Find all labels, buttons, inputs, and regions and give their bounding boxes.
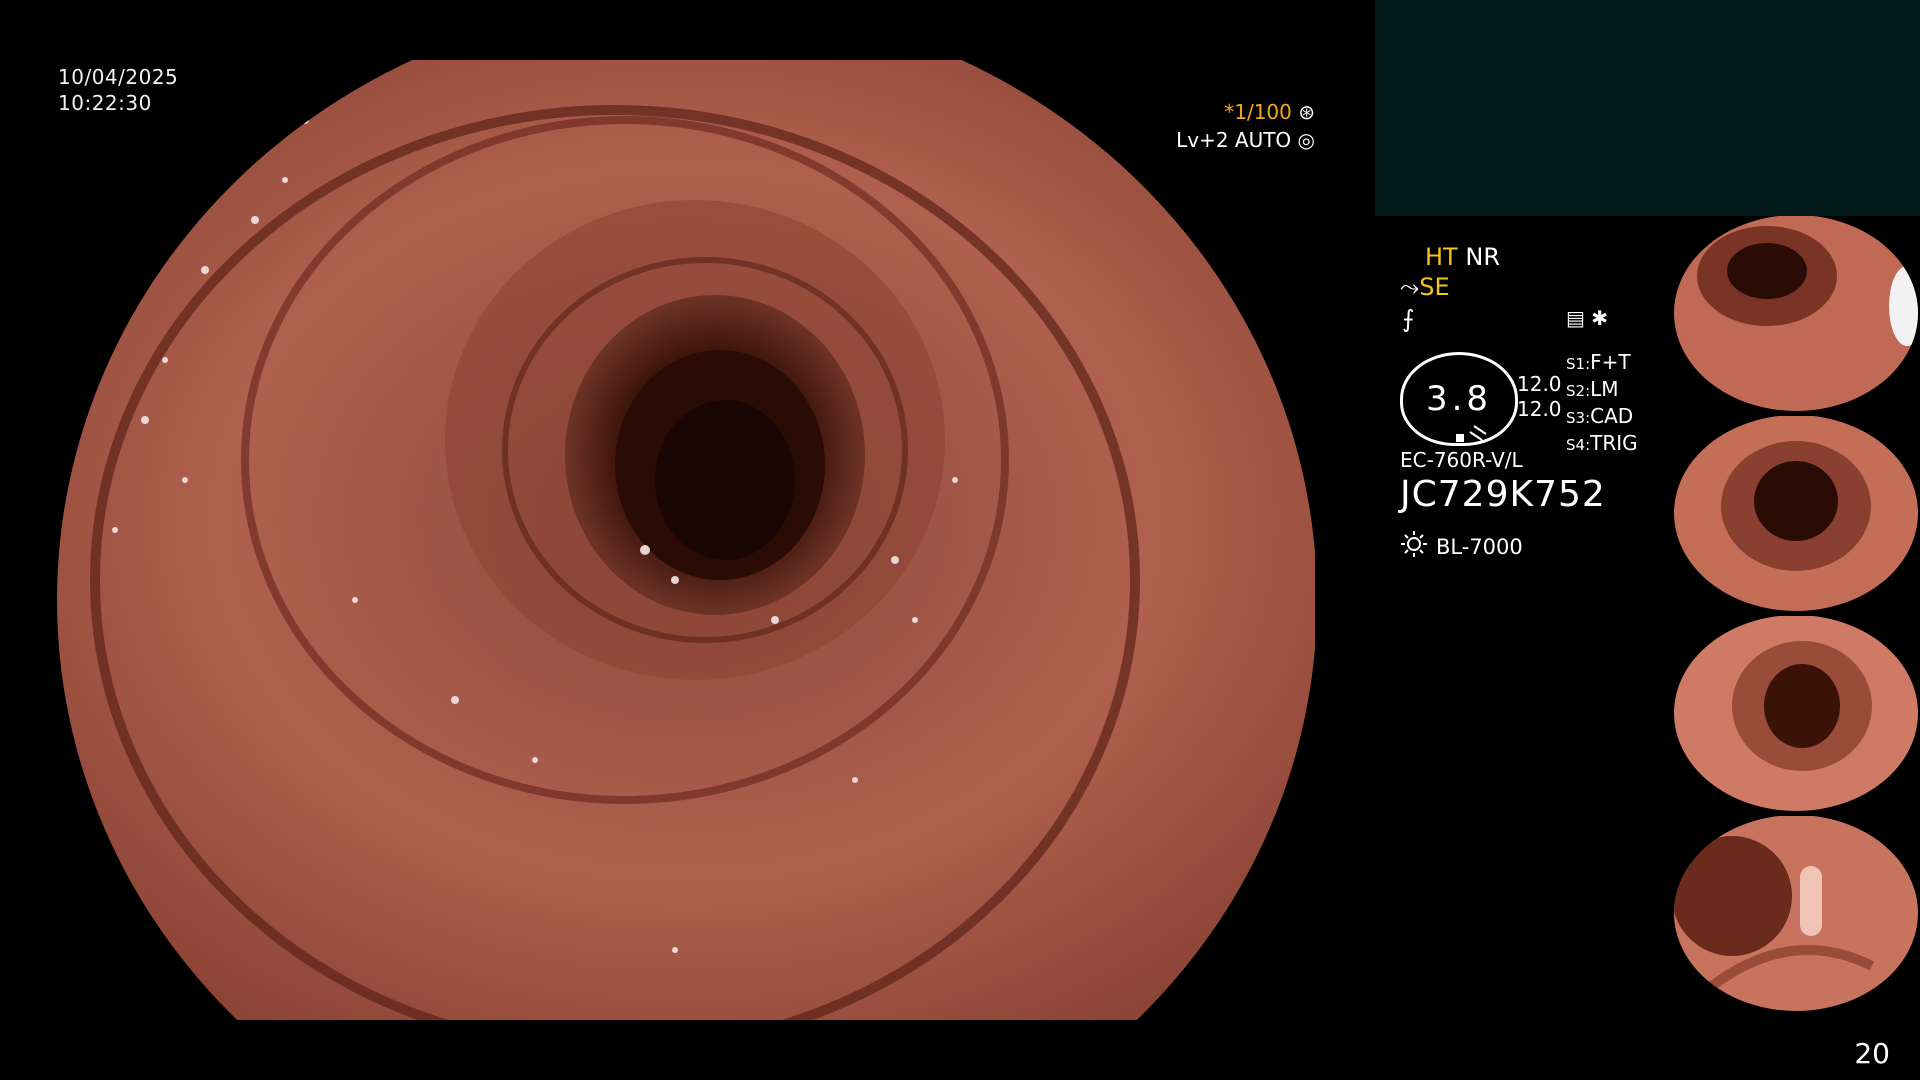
se-label: SE [1419, 273, 1450, 301]
light-source-row: BL-7000 [1400, 530, 1523, 563]
switch-s2: S2:LM [1566, 377, 1619, 401]
shutter-speed: *1/100 [1224, 100, 1292, 124]
value-2: 12.0 [1517, 397, 1562, 421]
timestamp: 10/04/2025 10:22:30 [58, 64, 178, 116]
thumbnail-1[interactable] [1672, 216, 1920, 411]
switch-s4: S4:TRIG [1566, 431, 1638, 455]
auto-iris-icon: ◎ [1297, 128, 1315, 152]
scope-model: EC-760R-V/L [1400, 448, 1523, 472]
colon-lumen-image [57, 60, 1315, 1020]
record-icon: ▤ ✱ [1566, 306, 1609, 330]
thumbnail-2[interactable] [1672, 416, 1920, 611]
nr-label: NR [1465, 243, 1500, 271]
scope-switch-list: S1:F+T S2:LM S3:CAD S4:TRIG [1566, 350, 1638, 458]
light-source-label: BL-7000 [1436, 534, 1523, 559]
page-number: 20 [1854, 1037, 1890, 1070]
shutter-row: *1/100 ⊛ [1176, 98, 1315, 126]
scope-serial: JC729K752 [1400, 474, 1606, 515]
exposure-info: *1/100 ⊛ Lv+2 AUTO ◎ [1176, 98, 1315, 154]
brightness-level: Lv+2 AUTO [1176, 128, 1292, 152]
info-panel [1375, 0, 1920, 216]
zoom-scale-icon [1456, 424, 1490, 442]
filter-icon: ⨍ [1402, 305, 1415, 333]
values-col: 12.0 12.0 [1517, 372, 1562, 422]
ht-label: HT [1425, 243, 1458, 271]
thumbnail-4[interactable] [1672, 816, 1920, 1011]
structure-enhance-icon: ⤳ [1400, 273, 1420, 301]
enhancement-row: HT NR [1425, 242, 1500, 272]
level-row: Lv+2 AUTO ◎ [1176, 126, 1315, 154]
endoscope-live-view [57, 60, 1315, 1020]
zoom-value: 3.8 [1425, 379, 1493, 419]
switch-s1: S1:F+T [1566, 350, 1631, 374]
shutter-icon: ⊛ [1298, 100, 1315, 124]
se-row: ⤳SE [1400, 272, 1450, 302]
time-text: 10:22:30 [58, 91, 152, 115]
switch-s3: S3:CAD [1566, 404, 1634, 428]
thumbnail-3[interactable] [1672, 616, 1920, 811]
light-source-icon [1400, 530, 1428, 563]
value-1: 12.0 [1517, 372, 1562, 396]
date-text: 10/04/2025 [58, 65, 179, 89]
